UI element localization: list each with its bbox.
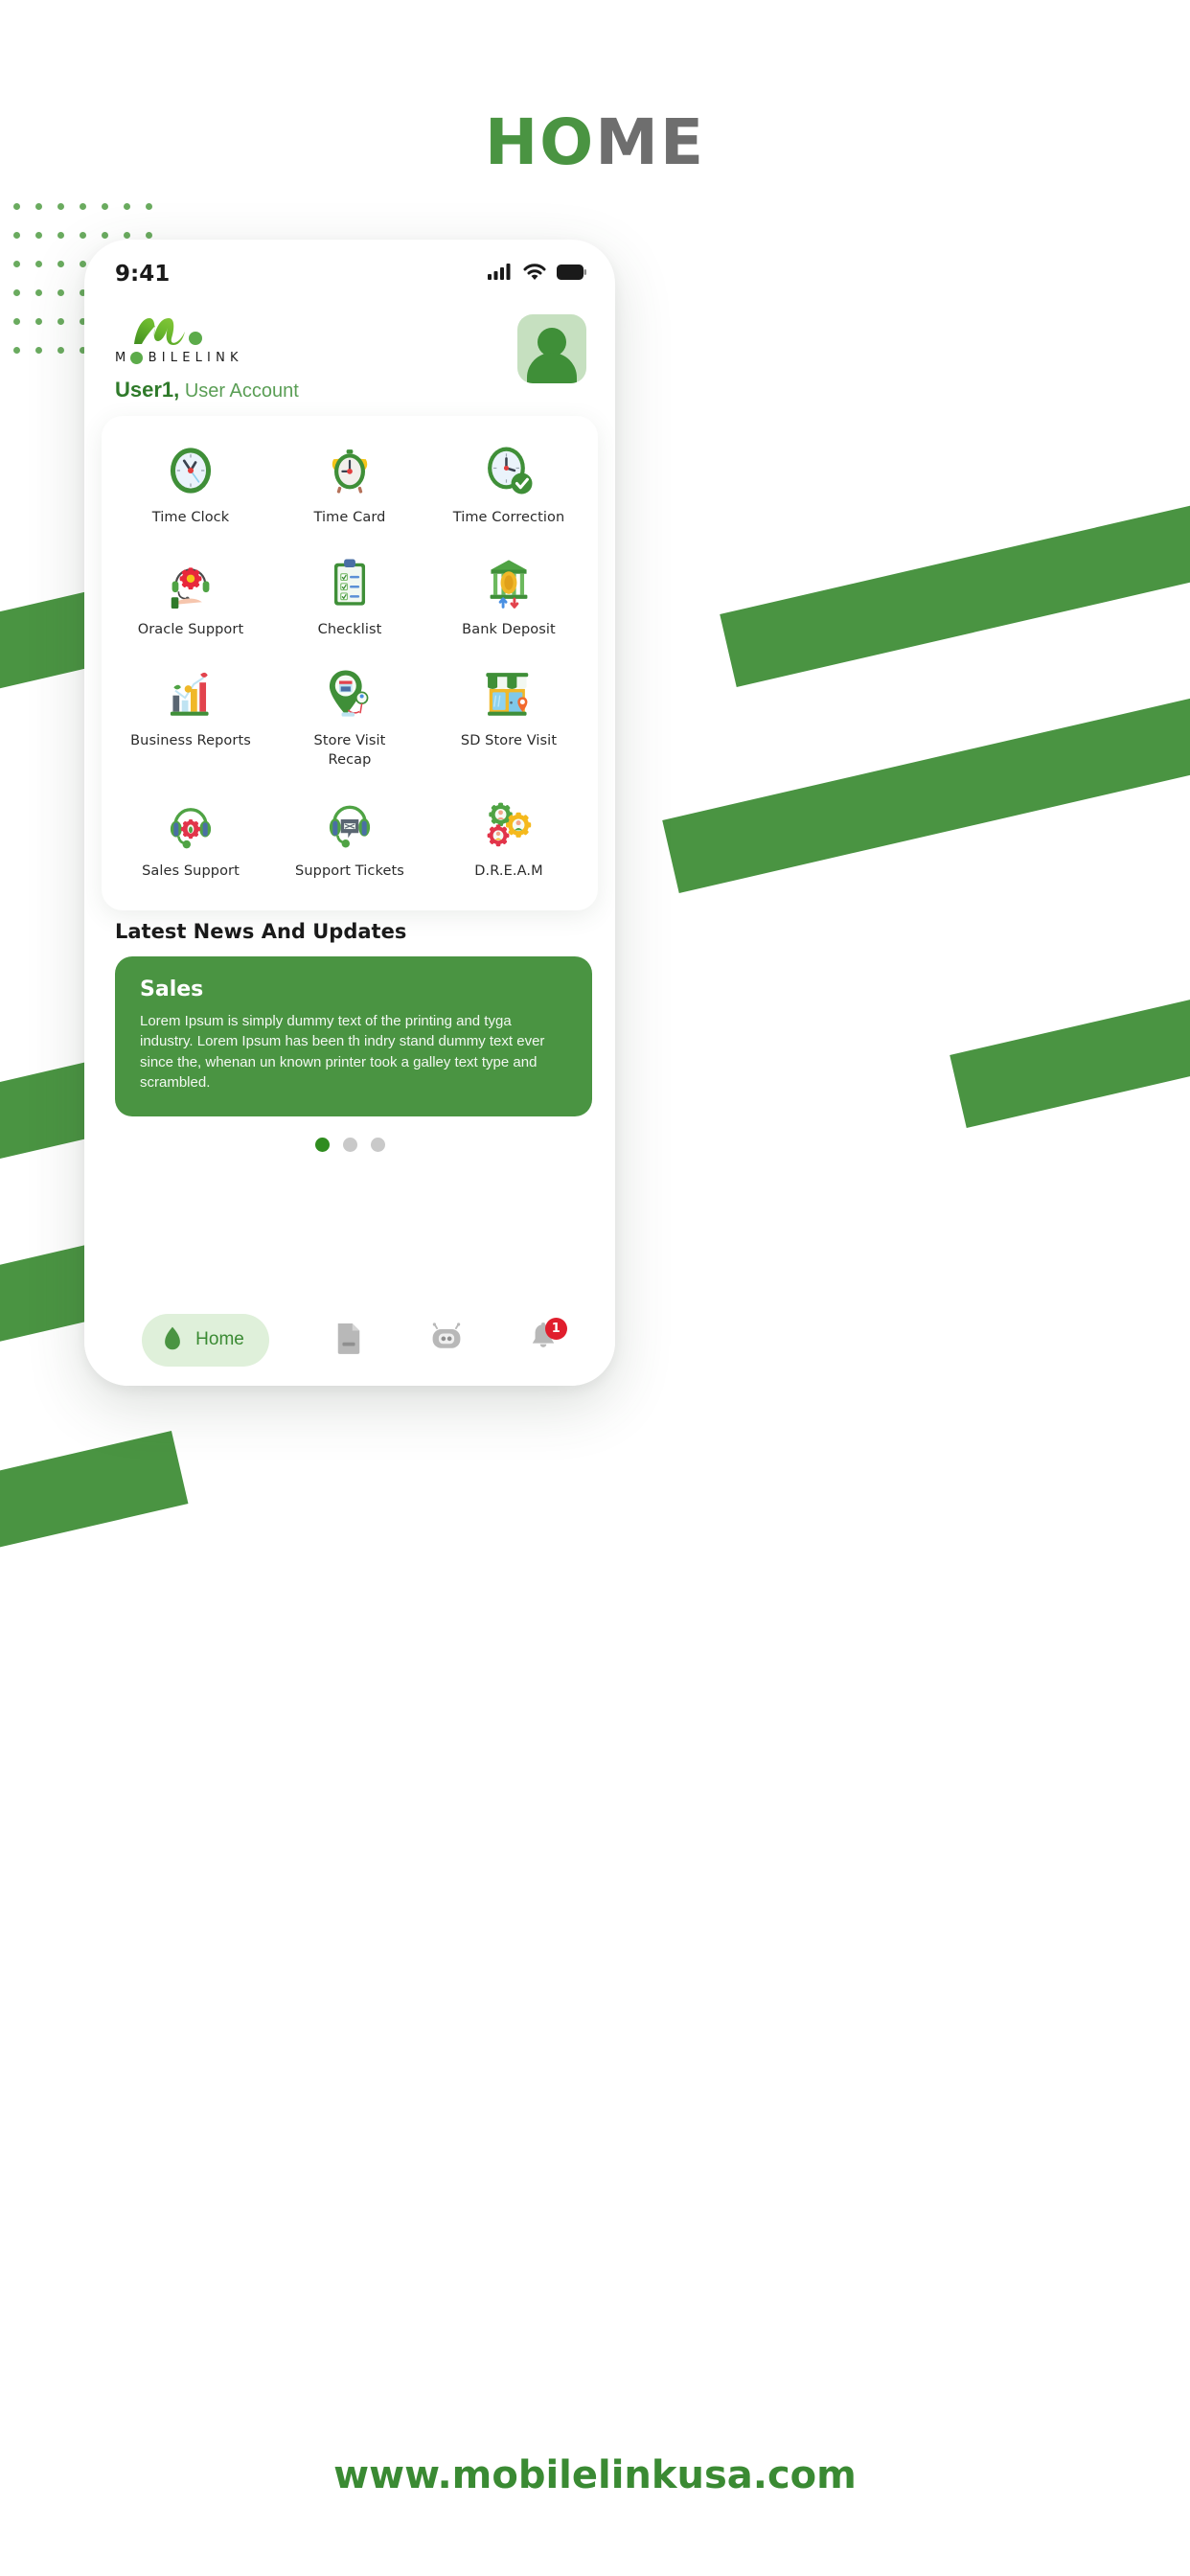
carousel-dot[interactable] (342, 1137, 357, 1152)
wordmark-letter: M (115, 351, 131, 365)
app-tile[interactable]: Business Reports (111, 656, 270, 779)
app-tile-label: D.R.E.A.M (474, 863, 543, 880)
bank-coin-icon (483, 557, 535, 609)
app-tile-label: Time Clock (151, 510, 230, 525)
page-title-green: HO (484, 105, 596, 179)
clipboard-checklist-icon (324, 557, 376, 609)
phone-mockup: 9:41 M BILELINK User1, User Account Time… (84, 240, 615, 1386)
gears-people-icon (483, 798, 535, 850)
bottom-nav-bar: Home 1 (84, 1294, 615, 1386)
alarm-clock-icon (324, 445, 376, 496)
app-tile-label: Oracle Support (137, 621, 244, 637)
cellular-signal-icon (488, 264, 513, 285)
app-tile[interactable]: Support Tickets (270, 787, 429, 891)
app-tile-label: Time Card (313, 510, 386, 525)
nav-item-bell-notification[interactable]: 1 (529, 1317, 567, 1359)
bg-stripe (0, 1431, 189, 1608)
clock-icon (165, 445, 217, 496)
storefront-icon (483, 668, 535, 720)
app-header: M BILELINK User1, User Account (84, 295, 615, 402)
app-tile[interactable]: Sales Support (111, 787, 270, 891)
app-tile[interactable]: Checklist (270, 545, 429, 650)
headset-gear-hand-icon (165, 557, 217, 609)
user-greeting: User1, User Account (115, 378, 299, 402)
app-grid-card: Time Clock Time Card Time Correction Ora… (102, 416, 598, 910)
wordmark-rest: BILELINK (148, 351, 243, 365)
battery-icon (557, 264, 586, 285)
app-tile-label: SD Store Visit (460, 733, 558, 749)
news-card-title: Sales (140, 977, 204, 1001)
page-title: HOME (0, 105, 1190, 179)
clock-check-icon (483, 445, 535, 496)
app-tile-label: Checklist (317, 621, 382, 637)
app-tile[interactable]: Time Card (270, 433, 429, 538)
map-pin-store-icon (324, 668, 376, 720)
bg-stripe (950, 964, 1190, 1129)
app-tile[interactable]: Store Visit Recap (270, 656, 429, 779)
app-tile-label: Store Visit Recap (313, 733, 386, 768)
nav-item-home[interactable]: Home (142, 1313, 269, 1367)
carousel-dot[interactable] (314, 1137, 330, 1152)
nav-item-document[interactable] (334, 1322, 363, 1359)
notification-badge: 1 (544, 1317, 567, 1340)
brand-block: M BILELINK User1, User Account (115, 314, 299, 402)
headset-chat-icon (324, 798, 376, 850)
robot-chat-icon (429, 1322, 464, 1358)
status-time: 9:41 (115, 262, 171, 287)
user-name: User1, (115, 378, 180, 402)
news-section-title: Latest News And Updates (115, 919, 407, 943)
headset-rose-icon (165, 798, 217, 850)
carousel-dot[interactable] (370, 1137, 385, 1152)
app-grid: Time Clock Time Card Time Correction Ora… (111, 433, 588, 891)
brand-wordmark: M BILELINK (115, 351, 299, 365)
app-tile-label: Business Reports (130, 733, 251, 749)
document-icon (334, 1322, 363, 1359)
app-tile-label: Sales Support (142, 863, 240, 880)
app-tile-label: Bank Deposit (462, 621, 556, 637)
footer-url: www.mobilelinkusa.com (333, 2453, 857, 2497)
app-tile[interactable]: Time Clock (111, 433, 270, 538)
bg-stripe (720, 476, 1190, 688)
app-tile[interactable]: Time Correction (429, 433, 588, 538)
app-tile-label: Time Correction (452, 510, 565, 525)
home-icon (159, 1324, 186, 1356)
bar-chart-icon (165, 668, 217, 720)
carousel-dots[interactable] (84, 1137, 615, 1152)
news-card-body: Lorem Ipsum is simply dummy text of the … (140, 1012, 545, 1092)
app-tile[interactable]: Bank Deposit (429, 545, 588, 650)
nav-item-robot-chat[interactable] (429, 1322, 464, 1358)
app-tile[interactable]: Oracle Support (111, 545, 270, 650)
app-tile[interactable]: SD Store Visit (429, 656, 588, 779)
page-title-gray: ME (595, 105, 706, 179)
user-role: User Account (184, 380, 299, 402)
wifi-icon (523, 263, 546, 286)
bg-stripe (662, 669, 1190, 894)
nav-item-label: Home (195, 1329, 244, 1349)
wordmark-o-dot-icon (130, 352, 144, 364)
app-tile-label: Support Tickets (295, 863, 404, 880)
mobilelink-m-logo (130, 314, 299, 347)
news-card[interactable]: Sales Lorem Ipsum is simply dummy text o… (115, 955, 592, 1116)
app-tile[interactable]: D.R.E.A.M (429, 787, 588, 891)
user-avatar-icon[interactable] (517, 314, 586, 383)
status-bar: 9:41 (84, 240, 615, 295)
